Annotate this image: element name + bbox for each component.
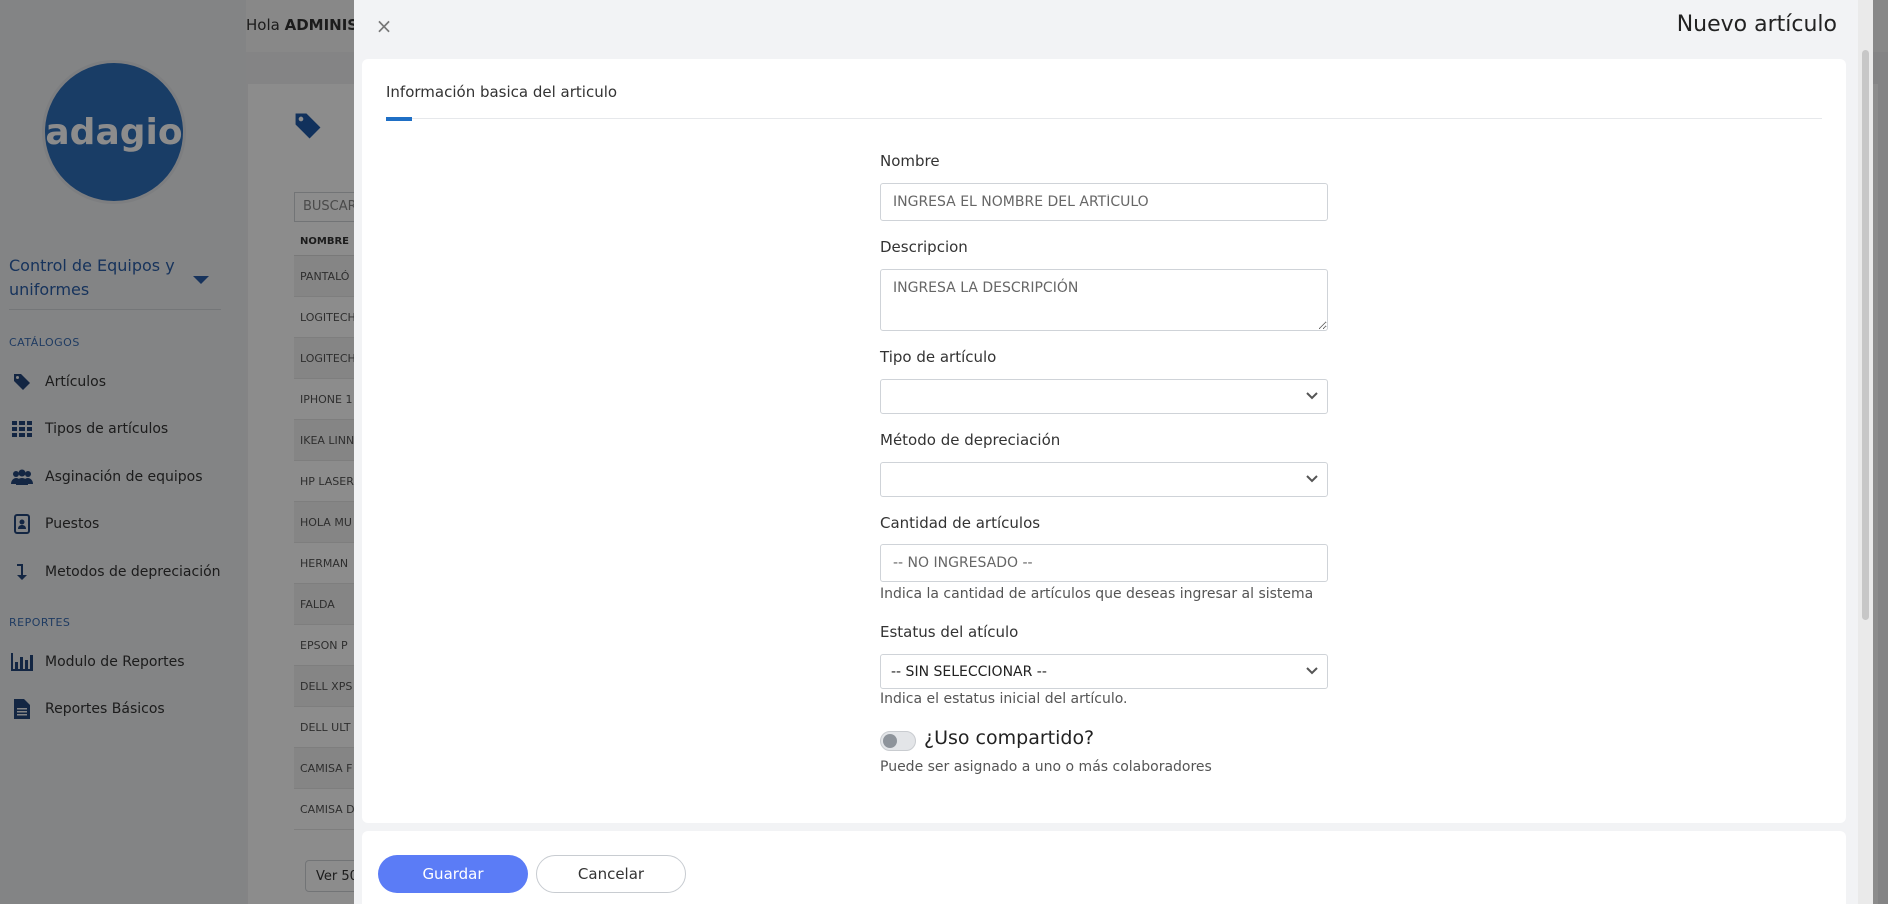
tab-basic-info[interactable]: Información basica del articulo xyxy=(386,83,617,101)
new-article-modal: × Nuevo artículo Información basica del … xyxy=(354,0,1873,904)
scrollbar-thumb[interactable] xyxy=(1862,50,1869,620)
quantity-input[interactable] xyxy=(880,544,1328,582)
modal-footer: Guardar Cancelar xyxy=(362,831,1846,904)
type-select[interactable] xyxy=(880,379,1328,414)
quantity-help: Indica la cantidad de artículos que dese… xyxy=(880,586,1314,602)
shared-use-label: ¿Uso compartido? xyxy=(924,727,1095,749)
name-input[interactable] xyxy=(880,183,1328,221)
tab-divider xyxy=(386,118,1822,119)
tab-active-indicator xyxy=(386,117,412,121)
quantity-label: Cantidad de artículos xyxy=(880,514,1041,532)
cancel-button[interactable]: Cancelar xyxy=(536,855,686,893)
toggle-knob xyxy=(883,734,897,748)
depreciation-select[interactable] xyxy=(880,462,1328,497)
save-button[interactable]: Guardar xyxy=(378,855,528,893)
status-label: Estatus del atículo xyxy=(880,623,1019,641)
shared-use-toggle[interactable] xyxy=(880,731,916,751)
name-label: Nombre xyxy=(880,152,940,170)
shared-use-help: Puede ser asignado a uno o más colaborad… xyxy=(880,759,1212,775)
type-label: Tipo de artículo xyxy=(880,348,997,366)
depreciation-label: Método de depreciación xyxy=(880,431,1061,449)
chevron-down-icon xyxy=(1305,472,1319,490)
close-icon[interactable]: × xyxy=(372,14,396,38)
status-select-value: -- SIN SELECCIONAR -- xyxy=(891,663,1047,680)
form-card: Información basica del articulo Nombre D… xyxy=(362,59,1846,823)
modal-scrollbar[interactable] xyxy=(1858,0,1873,904)
modal-title: Nuevo artículo xyxy=(1676,12,1837,37)
description-textarea[interactable] xyxy=(880,269,1328,331)
chevron-down-icon xyxy=(1305,664,1319,682)
description-label: Descripcion xyxy=(880,238,968,256)
status-help: Indica el estatus inicial del artículo. xyxy=(880,691,1128,707)
status-select[interactable]: -- SIN SELECCIONAR -- xyxy=(880,654,1328,689)
chevron-down-icon xyxy=(1305,389,1319,407)
